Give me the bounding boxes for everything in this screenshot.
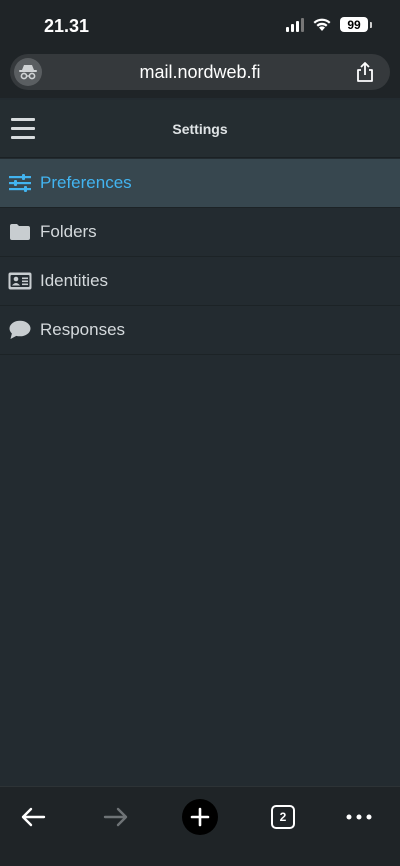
- cellular-signal-icon: [286, 17, 304, 32]
- settings-item-label: Folders: [40, 222, 97, 241]
- forward-button[interactable]: [94, 795, 138, 839]
- more-options-button[interactable]: [337, 795, 381, 839]
- settings-item-preferences[interactable]: Preferences: [0, 159, 400, 208]
- app-header: Settings: [0, 100, 400, 158]
- status-indicators: 99: [286, 17, 372, 32]
- plus-icon: [182, 799, 218, 835]
- battery-tip: [370, 21, 372, 28]
- settings-item-identities[interactable]: Identities: [0, 257, 400, 306]
- tabs-button[interactable]: 2: [261, 795, 305, 839]
- tabs-count: 2: [271, 805, 295, 829]
- more-dots-icon: [346, 814, 372, 820]
- browser-bottom-bar: 2: [0, 786, 400, 866]
- url-text[interactable]: mail.nordweb.fi: [10, 62, 390, 83]
- status-time: 21.31: [44, 16, 90, 36]
- battery-indicator: 99: [340, 17, 368, 32]
- settings-item-label: Identities: [40, 271, 109, 290]
- speech-bubble-icon: [8, 318, 32, 342]
- settings-item-label: Preferences: [40, 173, 132, 192]
- settings-list: Preferences Folders Identities Responses: [0, 159, 400, 355]
- address-bar[interactable]: mail.nordweb.fi: [10, 54, 390, 90]
- browser-toolbar: mail.nordweb.fi: [0, 50, 400, 98]
- id-card-icon: [8, 269, 32, 293]
- folder-icon: [8, 220, 32, 244]
- wifi-icon: [313, 18, 331, 31]
- back-button[interactable]: [11, 795, 55, 839]
- status-bar: 21.31 99: [0, 0, 400, 50]
- settings-item-folders[interactable]: Folders: [0, 208, 400, 257]
- share-icon[interactable]: [354, 61, 376, 83]
- arrow-right-icon: [103, 807, 128, 827]
- new-tab-button[interactable]: [178, 795, 222, 839]
- arrow-left-icon: [21, 807, 46, 827]
- settings-item-label: Responses: [40, 320, 126, 339]
- settings-item-responses[interactable]: Responses: [0, 306, 400, 355]
- sliders-icon: [8, 171, 32, 195]
- battery-level: 99: [347, 17, 361, 32]
- page-title: Settings: [172, 121, 228, 137]
